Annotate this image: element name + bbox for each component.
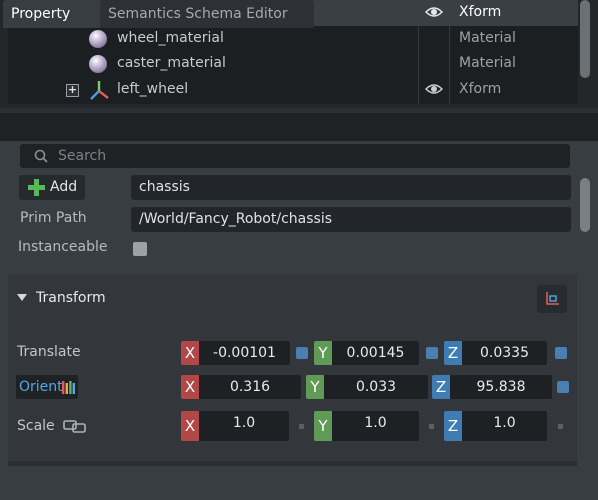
- translate-x-field[interactable]: -0.00101: [199, 341, 290, 365]
- gizmo-icon: [546, 292, 559, 305]
- tree-item-label: left_wheel: [117, 81, 189, 97]
- orient-x-field[interactable]: 0.316: [199, 375, 301, 399]
- prim-type: Material: [459, 55, 516, 71]
- keyframe-toggle[interactable]: [557, 381, 569, 393]
- tab-bar: [0, 113, 598, 141]
- material-sphere-icon: [89, 30, 107, 48]
- axis-x-badge: X: [181, 341, 199, 365]
- search-placeholder: Search: [58, 148, 107, 164]
- prim-type: Xform: [459, 4, 502, 20]
- orient-label: Orient: [19, 379, 63, 395]
- scale-x-field[interactable]: 1.0: [199, 411, 289, 441]
- orient-y-field[interactable]: 0.033: [324, 375, 428, 399]
- transform-title: Transform: [36, 290, 106, 306]
- tab-semantics-schema-editor[interactable]: Semantics Schema Editor: [100, 0, 314, 28]
- instanceable-checkbox[interactable]: [133, 242, 147, 256]
- prim-type: Xform: [459, 81, 502, 97]
- translate-y-field[interactable]: 0.00145: [332, 341, 419, 365]
- add-button-label: Add: [50, 179, 78, 195]
- section-footer: [8, 461, 577, 466]
- keyframe-toggle[interactable]: [296, 347, 308, 359]
- tree-item-label: caster_material: [117, 55, 226, 71]
- collapse-arrow-icon[interactable]: [17, 294, 27, 301]
- link-icon[interactable]: [63, 419, 87, 433]
- keyframe-toggle[interactable]: [426, 347, 438, 359]
- axis-y-badge: Y: [314, 341, 332, 365]
- tab-property[interactable]: Property: [3, 0, 105, 28]
- eye-icon[interactable]: [425, 82, 443, 96]
- axis-x-badge: X: [181, 411, 199, 441]
- keyframe-toggle[interactable]: [558, 424, 563, 429]
- material-sphere-icon: [89, 55, 107, 73]
- axis-z-badge: Z: [444, 341, 462, 365]
- axis-x-badge: X: [181, 375, 199, 399]
- prim-path-field[interactable]: /World/Fancy_Robot/chassis: [131, 207, 571, 232]
- scale-z-field[interactable]: 1.0: [462, 411, 547, 441]
- axis-z-badge: Z: [432, 375, 450, 399]
- rotation-mode-icon[interactable]: [62, 380, 75, 394]
- prim-name-field[interactable]: chassis: [131, 175, 571, 200]
- xform-axes-icon: [90, 81, 109, 100]
- prim-type: Material: [459, 30, 516, 46]
- keyframe-toggle[interactable]: [555, 347, 567, 359]
- property-scrollbar[interactable]: [580, 178, 590, 232]
- transform-options-button[interactable]: [537, 285, 567, 313]
- search-icon: [34, 149, 48, 163]
- tree-scrollbar[interactable]: [580, 0, 590, 78]
- scale-label: Scale: [17, 418, 55, 434]
- eye-icon[interactable]: [425, 5, 443, 19]
- axis-y-badge: Y: [314, 411, 332, 441]
- translate-z-field[interactable]: 0.0335: [462, 341, 547, 365]
- tree-row-left-wheel[interactable]: + left_wheel Xform: [8, 77, 578, 103]
- scale-y-field[interactable]: 1.0: [332, 411, 419, 441]
- axis-z-badge: Z: [444, 411, 462, 441]
- plus-icon: [28, 179, 45, 196]
- expand-icon[interactable]: +: [66, 84, 79, 97]
- keyframe-toggle[interactable]: [299, 424, 304, 429]
- keyframe-toggle[interactable]: [429, 424, 434, 429]
- orient-z-field[interactable]: 95.838: [450, 375, 552, 399]
- prim-path-label: Prim Path: [20, 210, 87, 226]
- tree-item-label: wheel_material: [117, 30, 224, 46]
- translate-label: Translate: [17, 344, 81, 360]
- instanceable-label: Instanceable: [18, 239, 108, 255]
- tree-row-caster-material[interactable]: caster_material Material: [8, 51, 578, 77]
- axis-y-badge: Y: [306, 375, 324, 399]
- tree-row-wheel-material[interactable]: wheel_material Material: [8, 26, 578, 52]
